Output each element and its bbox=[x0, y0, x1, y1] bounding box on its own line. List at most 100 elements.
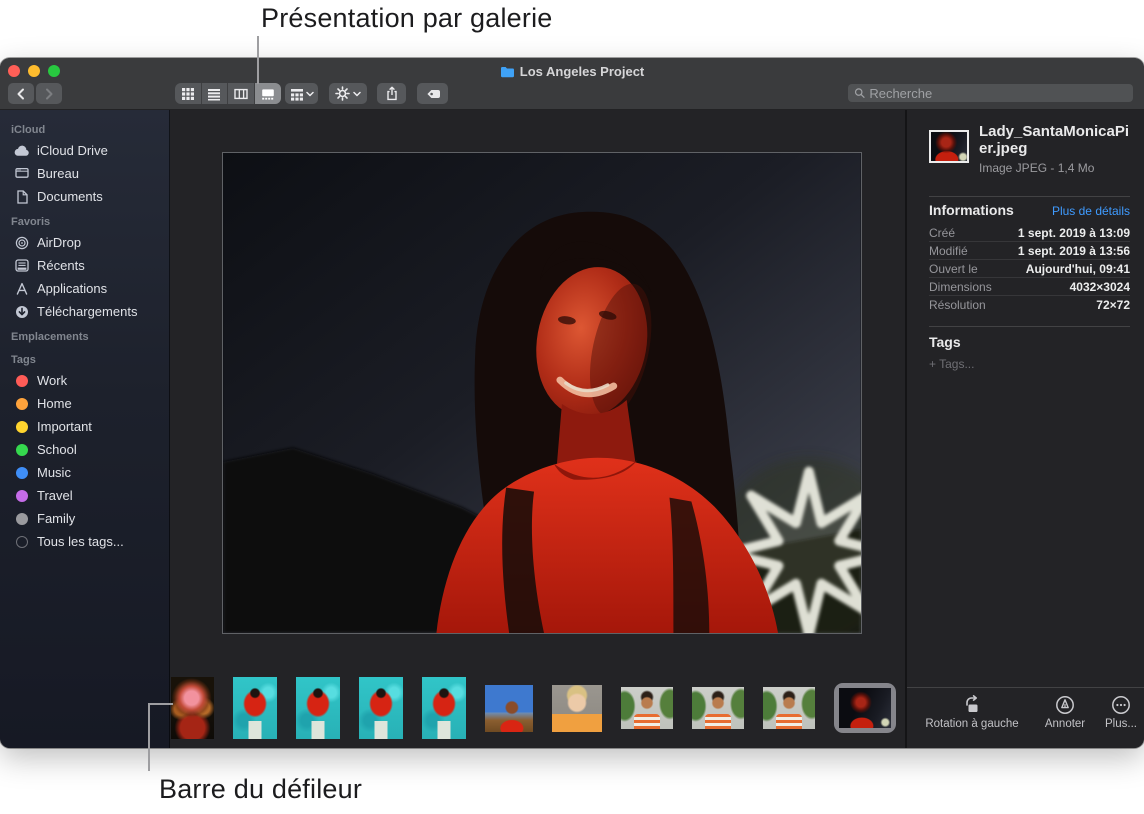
gallery-scrubber[interactable] bbox=[171, 675, 905, 741]
forward-icon bbox=[44, 88, 54, 100]
group-button[interactable] bbox=[285, 83, 318, 104]
more-icon bbox=[1111, 695, 1131, 715]
sidebar-item-label: Music bbox=[37, 465, 71, 480]
more-details-link[interactable]: Plus de détails bbox=[1052, 204, 1130, 218]
chevron-down-icon bbox=[353, 91, 361, 97]
sidebar-header-icloud: iCloud bbox=[0, 116, 169, 139]
sidebar-item-label: Travel bbox=[37, 488, 73, 503]
search-field[interactable] bbox=[848, 84, 1133, 102]
sidebar-item-label: Important bbox=[37, 419, 92, 434]
annotate-button[interactable]: Annoter bbox=[1035, 695, 1095, 730]
view-list-button[interactable] bbox=[202, 83, 229, 104]
sidebar-item-label: Home bbox=[37, 396, 72, 411]
sidebar-item-documents[interactable]: Documents bbox=[0, 185, 169, 208]
list-view-icon bbox=[207, 87, 221, 101]
callout-gallery-view-label: Présentation par galerie bbox=[261, 3, 552, 34]
cloud-icon bbox=[14, 145, 30, 157]
thumbnail-sky-portrait[interactable] bbox=[485, 685, 533, 732]
sidebar-tag-school[interactable]: School bbox=[0, 438, 169, 461]
applications-icon bbox=[15, 282, 29, 295]
info-value: 72×72 bbox=[1096, 298, 1130, 312]
share-icon bbox=[385, 86, 399, 101]
forward-button[interactable] bbox=[36, 83, 62, 104]
divider bbox=[929, 196, 1130, 197]
callout-line-bottom-horizontal bbox=[148, 703, 173, 705]
sidebar-item-bureau[interactable]: Bureau bbox=[0, 162, 169, 185]
view-switcher bbox=[175, 83, 281, 104]
tag-dot-green bbox=[16, 444, 28, 456]
sidebar-item-airdrop[interactable]: AirDrop bbox=[0, 231, 169, 254]
sidebar-item-telechargements[interactable]: Téléchargements bbox=[0, 300, 169, 323]
action-menu-button[interactable] bbox=[329, 83, 367, 104]
info-row-modified: Modifié 1 sept. 2019 à 13:56 bbox=[929, 242, 1130, 260]
thumbnail-blonde-portrait[interactable] bbox=[552, 685, 602, 732]
sidebar-item-label: AirDrop bbox=[37, 235, 81, 250]
sidebar-header-emplacements: Emplacements bbox=[0, 323, 169, 346]
toolbar: Los Angeles Project bbox=[0, 58, 1144, 110]
file-thumbnail[interactable] bbox=[929, 130, 969, 163]
callout-line-bottom-vertical bbox=[148, 703, 150, 771]
view-icons-button[interactable] bbox=[175, 83, 202, 104]
file-name: Lady_SantaMonicaPier.jpeg bbox=[979, 123, 1137, 157]
window-title: Los Angeles Project bbox=[520, 64, 645, 79]
quick-actions: Rotation à gauche Annoter Plus... bbox=[907, 688, 1144, 748]
thumbnail-pool-3[interactable] bbox=[359, 677, 403, 739]
sidebar-item-icloud-drive[interactable]: iCloud Drive bbox=[0, 139, 169, 162]
action-label: Rotation à gauche bbox=[925, 718, 1018, 730]
info-row-created: Créé 1 sept. 2019 à 13:09 bbox=[929, 224, 1130, 242]
share-button[interactable] bbox=[377, 83, 406, 104]
info-label: Résolution bbox=[929, 298, 986, 312]
sidebar-item-applications[interactable]: Applications bbox=[0, 277, 169, 300]
sidebar-tag-important[interactable]: Important bbox=[0, 415, 169, 438]
sidebar-item-label: Family bbox=[37, 511, 75, 526]
search-input[interactable] bbox=[869, 86, 1127, 101]
info-label: Dimensions bbox=[929, 280, 992, 294]
search-icon bbox=[854, 87, 865, 99]
tags-button[interactable] bbox=[417, 83, 448, 104]
tag-dot-red bbox=[16, 375, 28, 387]
thumbnail-pool-4[interactable] bbox=[422, 677, 466, 739]
gallery-view bbox=[171, 110, 905, 748]
preview-photo-red-lady bbox=[223, 153, 861, 633]
info-row-opened: Ouvert le Aujourd'hui, 09:41 bbox=[929, 260, 1130, 278]
folder-icon bbox=[500, 66, 515, 78]
thumbnail-plants-3[interactable] bbox=[763, 687, 815, 729]
sidebar-tag-music[interactable]: Music bbox=[0, 461, 169, 484]
thumbnail-portrait-red[interactable] bbox=[171, 677, 214, 739]
columns-view-icon bbox=[234, 87, 248, 101]
tag-dot-gray bbox=[16, 513, 28, 525]
sidebar-tag-family[interactable]: Family bbox=[0, 507, 169, 530]
tag-dot-outline bbox=[16, 536, 28, 548]
info-value: Aujourd'hui, 09:41 bbox=[1026, 262, 1130, 276]
view-columns-button[interactable] bbox=[228, 83, 255, 104]
view-gallery-button[interactable] bbox=[255, 83, 282, 104]
back-button[interactable] bbox=[8, 83, 34, 104]
sidebar-tag-travel[interactable]: Travel bbox=[0, 484, 169, 507]
sidebar-tag-home[interactable]: Home bbox=[0, 392, 169, 415]
add-tags-field[interactable]: + Tags... bbox=[929, 357, 974, 371]
tag-dot-orange bbox=[16, 398, 28, 410]
sidebar-tag-work[interactable]: Work bbox=[0, 369, 169, 392]
airdrop-icon bbox=[15, 236, 29, 250]
thumbnail-pool-2[interactable] bbox=[296, 677, 340, 739]
more-actions-button[interactable]: Plus... bbox=[1099, 695, 1143, 730]
gear-icon bbox=[335, 86, 350, 101]
rotate-left-button[interactable]: Rotation à gauche bbox=[913, 695, 1031, 730]
thumbnail-pool-1[interactable] bbox=[233, 677, 277, 739]
back-icon bbox=[16, 88, 26, 100]
thumbnail-selected[interactable] bbox=[834, 683, 896, 733]
file-meta: Image JPEG - 1,4 Mo bbox=[979, 161, 1094, 175]
sidebar-tag-all-tags[interactable]: Tous les tags... bbox=[0, 530, 169, 553]
sidebar: iCloud iCloud Drive Bureau bbox=[0, 110, 170, 748]
thumbnail-plants-1[interactable] bbox=[621, 687, 673, 729]
sidebar-item-label: Tous les tags... bbox=[37, 534, 124, 549]
sidebar-item-recents[interactable]: Récents bbox=[0, 254, 169, 277]
info-value: 1 sept. 2019 à 13:09 bbox=[1018, 226, 1130, 240]
preview-image[interactable] bbox=[222, 152, 862, 634]
group-icon bbox=[290, 87, 304, 101]
action-label: Annoter bbox=[1045, 718, 1085, 730]
info-label: Créé bbox=[929, 226, 955, 240]
sidebar-item-label: Bureau bbox=[37, 166, 79, 181]
thumbnail-red-lady bbox=[839, 688, 891, 728]
thumbnail-plants-2[interactable] bbox=[692, 687, 744, 729]
